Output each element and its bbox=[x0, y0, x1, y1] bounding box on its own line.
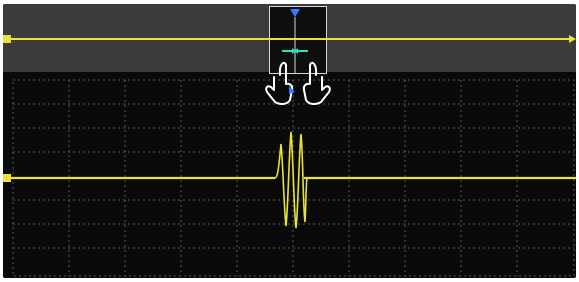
hand-icon bbox=[265, 61, 331, 106]
overview-trace bbox=[3, 35, 576, 43]
overview-trace-end-marker bbox=[569, 35, 576, 43]
scope-canvas bbox=[3, 9, 576, 277]
channel-1-marker-icon bbox=[3, 174, 11, 182]
channel-1-marker-icon bbox=[3, 35, 11, 43]
main-trace bbox=[3, 131, 576, 229]
oscilloscope-frame bbox=[0, 0, 579, 282]
signal-burst bbox=[274, 131, 308, 229]
scope-screen bbox=[3, 4, 576, 278]
triangle-down-icon bbox=[290, 9, 300, 17]
